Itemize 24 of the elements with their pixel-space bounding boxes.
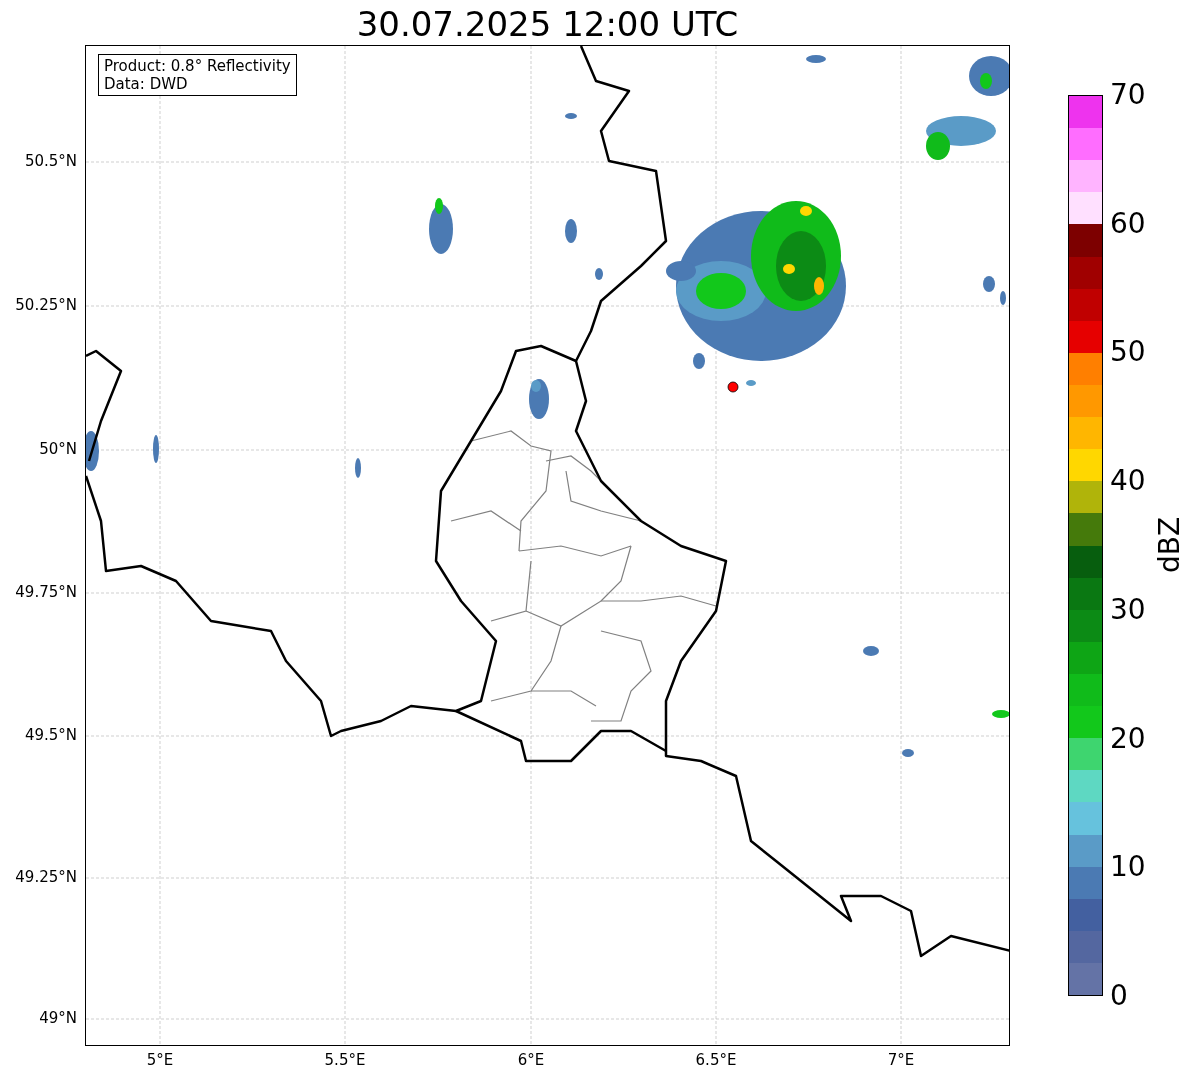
longitude-label: 5.5°E <box>324 1051 366 1069</box>
colorbar-tick-label: 0 <box>1110 980 1128 1012</box>
info-text: Data: DWD <box>104 75 189 93</box>
latitude-label: 49.5°N <box>24 726 77 744</box>
longitude-label: 6.5°E <box>695 1051 737 1069</box>
colorbar-label: dBZ <box>1154 516 1187 574</box>
colorbar-tick-label: 70 <box>1110 79 1146 111</box>
latitude-label: 49.75°N <box>15 583 77 601</box>
latitude-label: 49°N <box>39 1009 77 1027</box>
longitude-label: 6°E <box>517 1051 545 1069</box>
latitude-label: 50.25°N <box>15 296 77 314</box>
latitude-label: 49.25°N <box>15 868 77 886</box>
chart-title: 30.07.2025 12:00 UTC <box>356 3 739 45</box>
latitude-label: 50.5°N <box>24 152 77 170</box>
colorbar-tick-label: 30 <box>1110 593 1146 626</box>
longitude-label: 7°E <box>887 1051 915 1069</box>
longitude-label: 5°E <box>146 1051 174 1069</box>
latitude-label: 50°N <box>39 440 77 458</box>
colorbar-tick-label: 50 <box>1110 336 1146 369</box>
colorbar-tick-label: 10 <box>1110 851 1146 884</box>
colorbar-tick-label: 40 <box>1110 465 1146 498</box>
info-text: Product: 0.8° Reflectivity <box>104 57 291 75</box>
colorbar-tick-label: 20 <box>1110 722 1146 755</box>
colorbar-tick-label: 60 <box>1110 207 1146 240</box>
